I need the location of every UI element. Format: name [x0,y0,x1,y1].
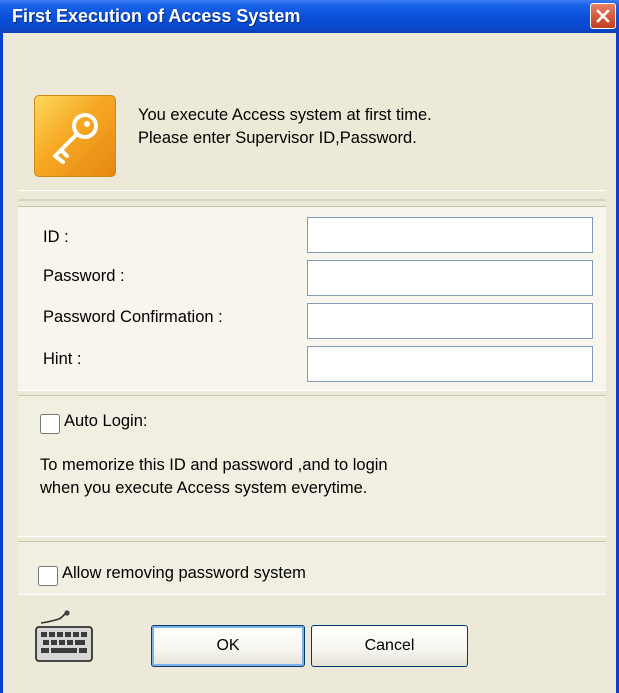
title-bar[interactable]: First Execution of Access System [0,0,619,33]
ok-button[interactable]: OK [151,625,305,667]
window-title: First Execution of Access System [12,6,301,26]
password-confirmation-label: Password Confirmation : [43,308,223,326]
allow-removing-section: Allow removing password system [18,541,606,595]
id-input[interactable] [307,217,593,253]
password-label: Password : [43,267,125,285]
allow-removing-label[interactable]: Allow removing password system [62,564,306,583]
intro-line-2: Please enter Supervisor ID,Password. [138,129,417,147]
close-button[interactable] [590,3,616,29]
auto-login-description: To memorize this ID and password ,and to… [40,454,388,500]
auto-login-label[interactable]: Auto Login: [64,412,147,431]
keyboard-icon [35,610,93,662]
password-confirmation-input[interactable] [307,303,593,339]
close-icon [596,9,610,23]
hint-label: Hint : [43,350,82,368]
auto-login-description-line-2: when you execute Access system everytime… [40,479,368,497]
allow-removing-checkbox[interactable] [38,566,58,586]
intro-section: You execute Access system at first time.… [18,67,606,191]
intro-line-1: You execute Access system at first time. [138,106,432,124]
cancel-button[interactable]: Cancel [311,625,468,667]
auto-login-section: Auto Login: To memorize this ID and pass… [18,395,606,537]
auto-login-description-line-1: To memorize this ID and password ,and to… [40,456,388,474]
intro-text: You execute Access system at first time.… [138,104,432,150]
separator [18,199,606,201]
credentials-section: ID : Password : Password Confirmation : … [18,206,606,391]
auto-login-checkbox[interactable] [40,414,60,434]
id-label: ID : [43,228,69,246]
key-icon [34,95,116,177]
password-input[interactable] [307,260,593,296]
dialog-window: First Execution of Access System You exe… [0,0,619,693]
hint-input[interactable] [307,346,593,382]
